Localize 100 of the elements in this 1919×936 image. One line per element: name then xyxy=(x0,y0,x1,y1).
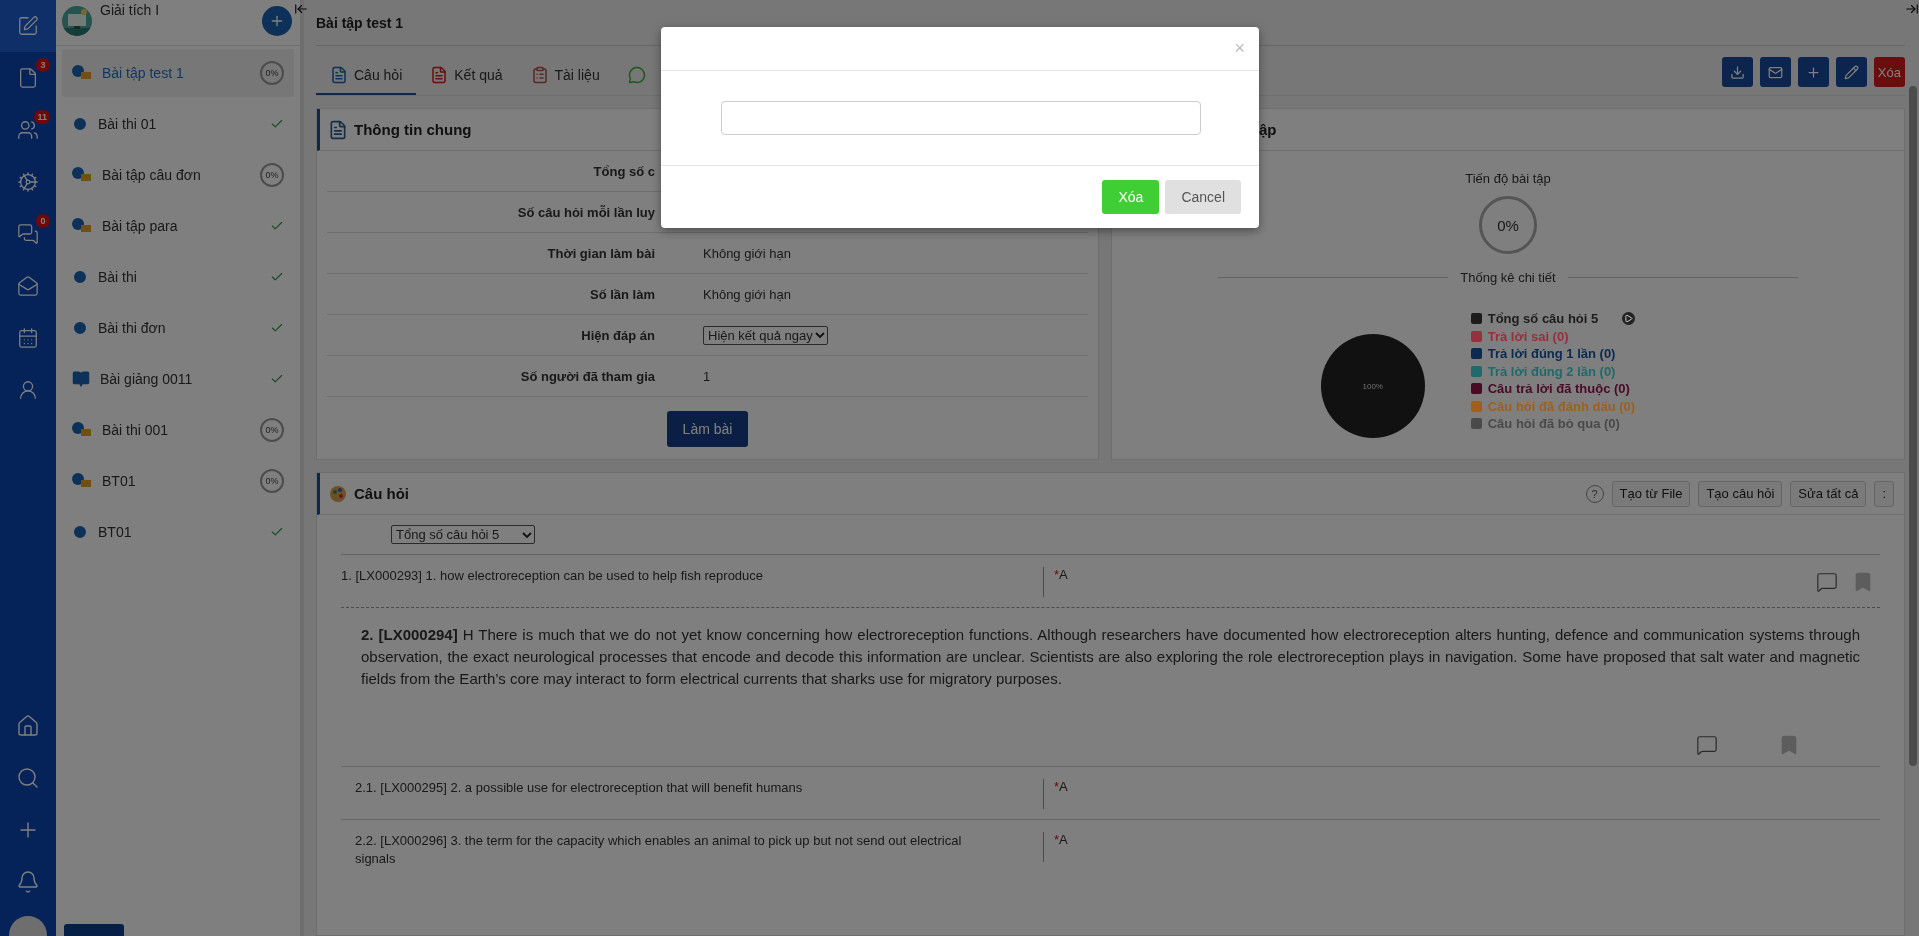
book-icon xyxy=(72,370,90,388)
legend-label: Trả lời sai (0) xyxy=(1487,328,1569,344)
lesson-item[interactable]: Bài thi 001 0% xyxy=(62,406,294,454)
lesson-item[interactable]: Bài giảng 0011 xyxy=(62,355,294,403)
nav-button[interactable]: 11 xyxy=(0,104,56,156)
lesson-item[interactable]: Bài tập test 1 0% xyxy=(62,49,294,97)
field-value: Không giới hạn xyxy=(703,286,793,302)
mail-icon xyxy=(17,275,39,297)
legend-label: Trả lời đúng 1 lần (0) xyxy=(1487,346,1616,361)
legend-label: Tổng số câu hỏi 5 xyxy=(1487,311,1599,326)
pie-chart: 100% xyxy=(1320,334,1425,438)
progress-circle: 0% xyxy=(1479,196,1537,254)
quiz-icon xyxy=(72,65,92,81)
field-label: Hiện đáp án xyxy=(580,327,655,343)
field-value: Không giới hạn xyxy=(703,245,793,261)
progress-circle: 0% xyxy=(260,418,284,442)
notebook-icon xyxy=(328,119,348,140)
chat-icon xyxy=(627,66,646,84)
legend-label: Câu trả lời đã thuộc (0) xyxy=(1487,381,1630,396)
users-icon xyxy=(17,119,39,141)
gears-icon xyxy=(17,171,39,193)
input-field[interactable] xyxy=(721,101,1201,135)
nav-button[interactable] xyxy=(0,0,56,52)
section-title: Thống kê chi tiết xyxy=(1460,270,1556,285)
tab[interactable]: Kết quả xyxy=(416,57,517,95)
collapse-icon[interactable] xyxy=(1905,2,1919,16)
progress-circle: 0% xyxy=(260,163,284,187)
question-text: 2.1. [LX000295] 2. a possible use for electroreception that will benefit humans xyxy=(355,779,804,797)
lesson-item[interactable]: BT01 xyxy=(62,508,294,556)
tab[interactable]: Câu hỏi xyxy=(316,57,417,95)
palette-icon xyxy=(328,483,348,504)
more-button[interactable]: : xyxy=(1874,480,1894,507)
list-icon xyxy=(530,66,549,84)
panel-title: Câu hỏi xyxy=(354,485,409,502)
play-icon[interactable] xyxy=(1622,312,1636,325)
home-icon xyxy=(16,714,40,738)
answer-select[interactable]: Hiện kết quả ngay xyxy=(703,325,828,345)
progress-circle: 0% xyxy=(260,469,284,493)
download-icon xyxy=(1729,64,1745,80)
action-button[interactable]: Tạo từ File xyxy=(1611,480,1691,507)
field-label: Số lần làm xyxy=(588,286,655,302)
toolbar-button[interactable] xyxy=(1797,57,1829,87)
document-icon xyxy=(430,66,449,84)
count-badge: 3 xyxy=(36,58,50,72)
question-text: 1. [LX000293] 1. how electroreception can be used to help fish reproduce xyxy=(341,567,765,585)
passage-text: 2. [LX000294] H There is much that we do not yet know concerning how electroreception functions. Although researchers have documented how electroreception alters hunting, defence and communication systems through observation, the exact neurological processes that encode and decode this information are unclear. Scientists are also exploring the role electroreception plays in navigation. Some have proposed that salt water and magnetic fields from the Earth’s core may interact to form electrical currents that sharks use for migratory purposes. xyxy=(361,625,1860,689)
document-icon xyxy=(17,67,39,89)
lesson-item[interactable]: Bài tập câu đơn 0% xyxy=(62,151,294,199)
chat-icon xyxy=(17,223,39,245)
edit-icon xyxy=(1843,64,1859,80)
comment-icon[interactable] xyxy=(1696,734,1718,756)
plus-icon xyxy=(269,13,285,29)
legend-label: Trả lời đúng 2 lần (0) xyxy=(1487,363,1616,379)
mail-icon xyxy=(1767,64,1783,80)
comment-icon[interactable] xyxy=(1816,571,1838,593)
scrollbar[interactable] xyxy=(1909,86,1917,766)
field-label: Thời gian làm bài xyxy=(546,245,655,261)
cancel-button[interactable]: Cancel xyxy=(1165,180,1241,214)
quiz-icon xyxy=(72,473,92,489)
count-badge: 0 xyxy=(36,214,50,228)
action-button[interactable]: Sửa tất cả xyxy=(1790,480,1867,507)
lesson-item[interactable]: Bài thi xyxy=(62,253,294,301)
quiz-icon xyxy=(72,422,92,438)
field-label: Số câu hỏi mỗi lần luy xyxy=(516,204,655,220)
toolbar-button[interactable] xyxy=(1835,57,1867,87)
document-icon xyxy=(330,66,348,84)
nav-button[interactable]: 0 xyxy=(0,208,56,260)
lesson-item[interactable]: BT01 0% xyxy=(62,457,294,505)
edit-icon xyxy=(17,15,39,37)
progress-label: Tiến độ bài tập xyxy=(1465,171,1551,186)
quiz-icon xyxy=(72,218,92,234)
panel-title: ập xyxy=(1259,121,1277,138)
field-label: Tổng số c xyxy=(592,163,655,179)
add-button[interactable] xyxy=(262,6,292,36)
answer-text: *A xyxy=(1043,779,1880,809)
nav-button[interactable]: 3 xyxy=(0,52,56,104)
answer-text: *A xyxy=(1043,832,1880,862)
toolbar-button[interactable] xyxy=(1759,57,1791,87)
filter-select[interactable]: Tổng số câu hỏi 5 xyxy=(391,525,535,544)
action-button[interactable]: Tạo câu hỏi xyxy=(1698,480,1783,507)
collapse-icon[interactable] xyxy=(294,2,308,16)
lesson-item[interactable]: Bài tập para xyxy=(62,202,294,250)
calendar-icon xyxy=(17,327,39,349)
course-name: Giải tích I xyxy=(100,2,161,18)
start-button[interactable]: Làm bài xyxy=(666,411,749,447)
field-label: Số người đã tham gia xyxy=(519,368,655,384)
lesson-item[interactable]: Bài thi 01 xyxy=(62,100,294,148)
field-value: 1 xyxy=(703,368,712,384)
lesson-item[interactable]: Bài thi đơn xyxy=(62,304,294,352)
toolbar-button[interactable] xyxy=(1721,57,1753,87)
tab[interactable]: Tài liệu xyxy=(516,57,614,95)
quiz-icon xyxy=(72,167,92,183)
question-text: 2.2. [LX000296] 3. the term for the capacity which enables an animal to pick up but not send out electrical signals xyxy=(355,832,963,868)
answer-text: *A xyxy=(1043,567,1816,597)
legend-label: Câu hỏi đã đánh dấu (0) xyxy=(1487,398,1636,414)
panel-title: Thông tin chung xyxy=(354,121,472,138)
plus-icon xyxy=(1805,64,1821,80)
delete-button[interactable]: Xóa xyxy=(1873,57,1905,87)
progress-circle: 0% xyxy=(260,61,284,85)
search-icon xyxy=(16,766,40,790)
